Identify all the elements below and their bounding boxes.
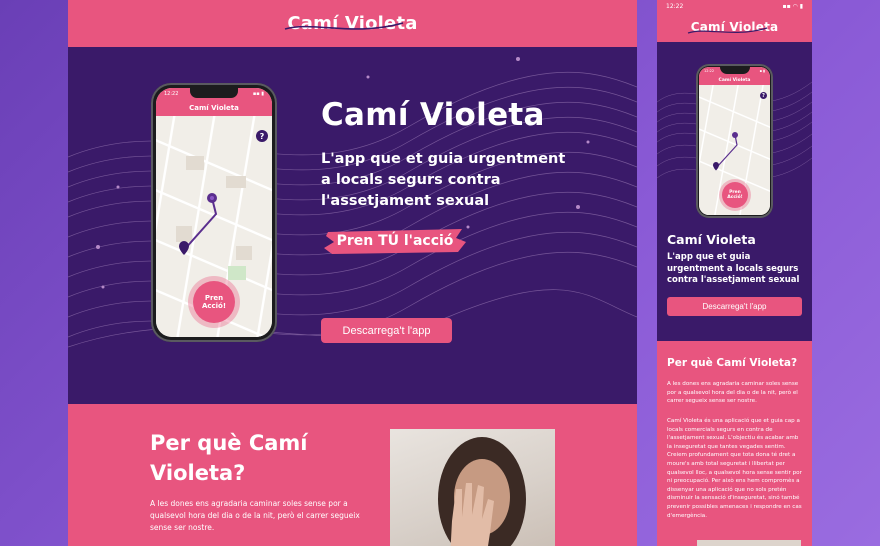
mobile-photo-edge — [697, 540, 801, 546]
desktop-hero: 12:22 ▪▪ ▮ Camí Violeta ? Pren Acció! Ca… — [68, 47, 637, 404]
phone-time: 12:22 — [164, 91, 179, 97]
mobile-status-bar: 12:22 ▪▪ ◠ ▮ — [657, 0, 812, 12]
take-action-label: Pren TÚ l'acció — [336, 233, 454, 249]
phone-notch — [719, 67, 750, 74]
mobile-download-app-button[interactable]: Descarrega't l'app — [667, 297, 802, 316]
why-heading: Per què Camí Violeta? — [150, 431, 308, 485]
desktop-header: Camí Violeta — [68, 0, 637, 47]
mobile-hero: 12:22 ▪ ▮ Camí Violeta ? Pren Acció! Cam… — [657, 42, 812, 341]
hero-subtitle: L'app que et guia urgentment a locals se… — [321, 151, 566, 209]
phone-screen: 12:22 ▪▪ ▮ Camí Violeta ? Pren Acció! — [156, 88, 272, 337]
signal-battery-icon: ▪▪ ▮ — [252, 91, 264, 97]
mobile-hero-subtitle: L'app que et guia urgentment a locals se… — [667, 252, 800, 285]
phone-notch — [190, 88, 238, 98]
hero-title: Camí Violeta — [321, 97, 545, 133]
mobile-why-paragraph-2: Camí Violeta és una aplicació que et gui… — [667, 418, 802, 519]
desktop-phone-mockup: 12:22 ▪▪ ▮ Camí Violeta ? Pren Acció! — [151, 83, 277, 342]
mobile-phone-mockup: 12:22 ▪ ▮ Camí Violeta ? Pren Acció! — [696, 64, 773, 218]
phone-screen: 12:22 ▪ ▮ Camí Violeta ? Pren Acció! — [699, 67, 770, 215]
brand-logo[interactable]: Camí Violeta — [285, 13, 417, 34]
mobile-status-time: 12:22 — [666, 2, 684, 10]
logo-swoosh-icon — [285, 22, 404, 30]
logo-swoosh-icon — [687, 27, 767, 34]
pren-accio-button[interactable]: Pren Acció! — [722, 182, 748, 208]
woman-stop-gesture-photo — [390, 429, 555, 546]
why-paragraph: A les dones ens agradaria caminar soles … — [150, 499, 360, 532]
signal-wifi-battery-icon: ▪▪ ◠ ▮ — [782, 2, 803, 10]
mobile-brand-logo[interactable]: Camí Violeta — [687, 20, 779, 34]
mobile-why-paragraph-1: A les dones ens agradaria caminar soles … — [667, 381, 799, 405]
why-section: Per què Camí Violeta? A les dones ens ag… — [68, 404, 637, 546]
phone-app-bar: Camí Violeta — [699, 75, 770, 85]
help-button[interactable]: ? — [760, 92, 767, 99]
take-action-cta[interactable]: Pren TÚ l'acció — [324, 226, 466, 256]
help-button[interactable]: ? — [256, 130, 268, 142]
download-app-button[interactable]: Descarrega't l'app — [321, 318, 452, 343]
mobile-hero-title: Camí Violeta — [667, 232, 756, 247]
mobile-why-section: Per què Camí Violeta? A les dones ens ag… — [657, 341, 812, 546]
pren-accio-button[interactable]: Pren Acció! — [193, 281, 235, 323]
phone-app-bar: Camí Violeta — [156, 100, 272, 116]
mobile-mockup: 12:22 ▪▪ ◠ ▮ Camí Violeta 12:22 ▪ ▮ Camí… — [657, 0, 812, 546]
desktop-mockup: Camí Violeta 12:22 ▪▪ ▮ Camí Violeta ? P… — [68, 0, 637, 546]
mobile-why-heading: Per què Camí Violeta? — [667, 357, 798, 369]
mobile-header: Camí Violeta — [657, 12, 812, 42]
